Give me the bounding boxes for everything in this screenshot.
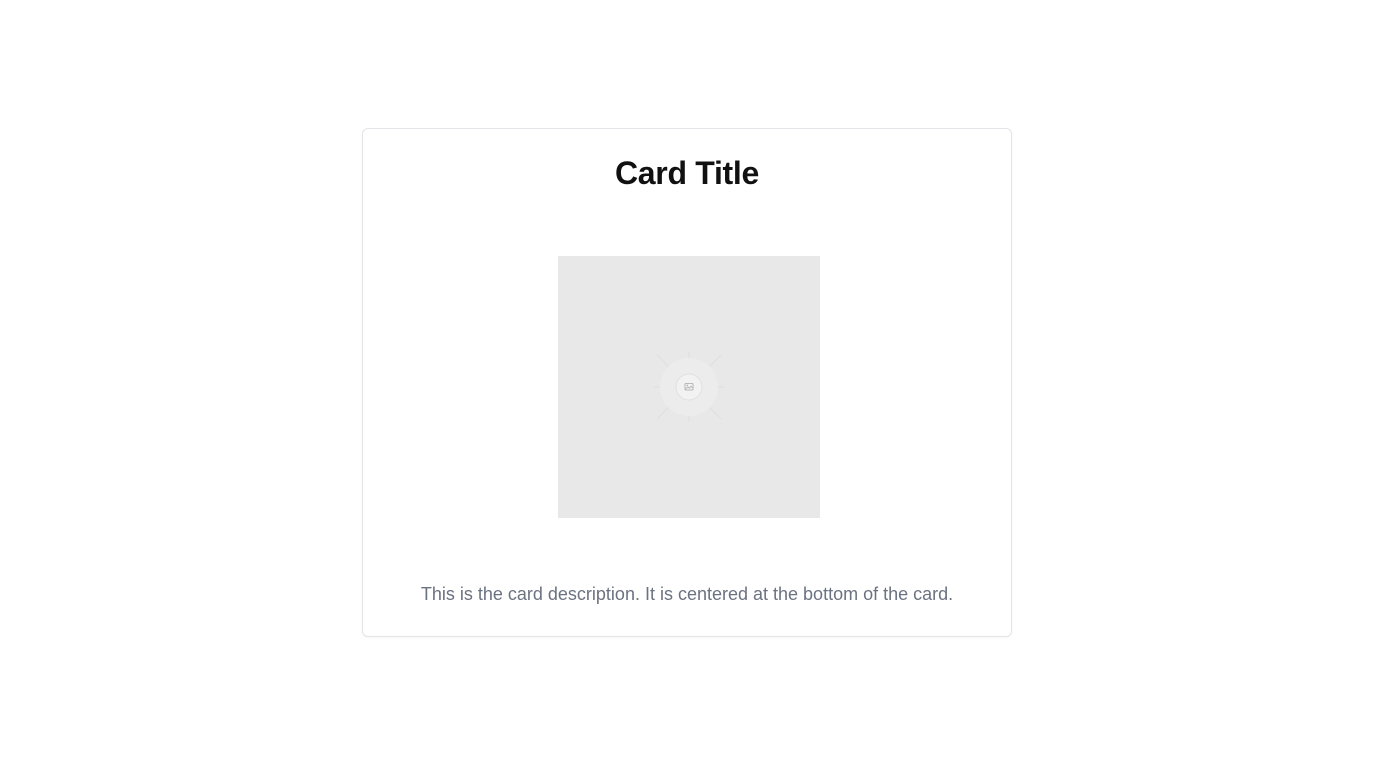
card-title: Card Title bbox=[614, 155, 759, 191]
card: Card Title This is the card description.… bbox=[362, 128, 1012, 637]
card-image-placeholder bbox=[558, 256, 820, 518]
card-description: This is the card description. It is cent… bbox=[420, 584, 954, 604]
image-placeholder-graphic bbox=[654, 352, 724, 422]
